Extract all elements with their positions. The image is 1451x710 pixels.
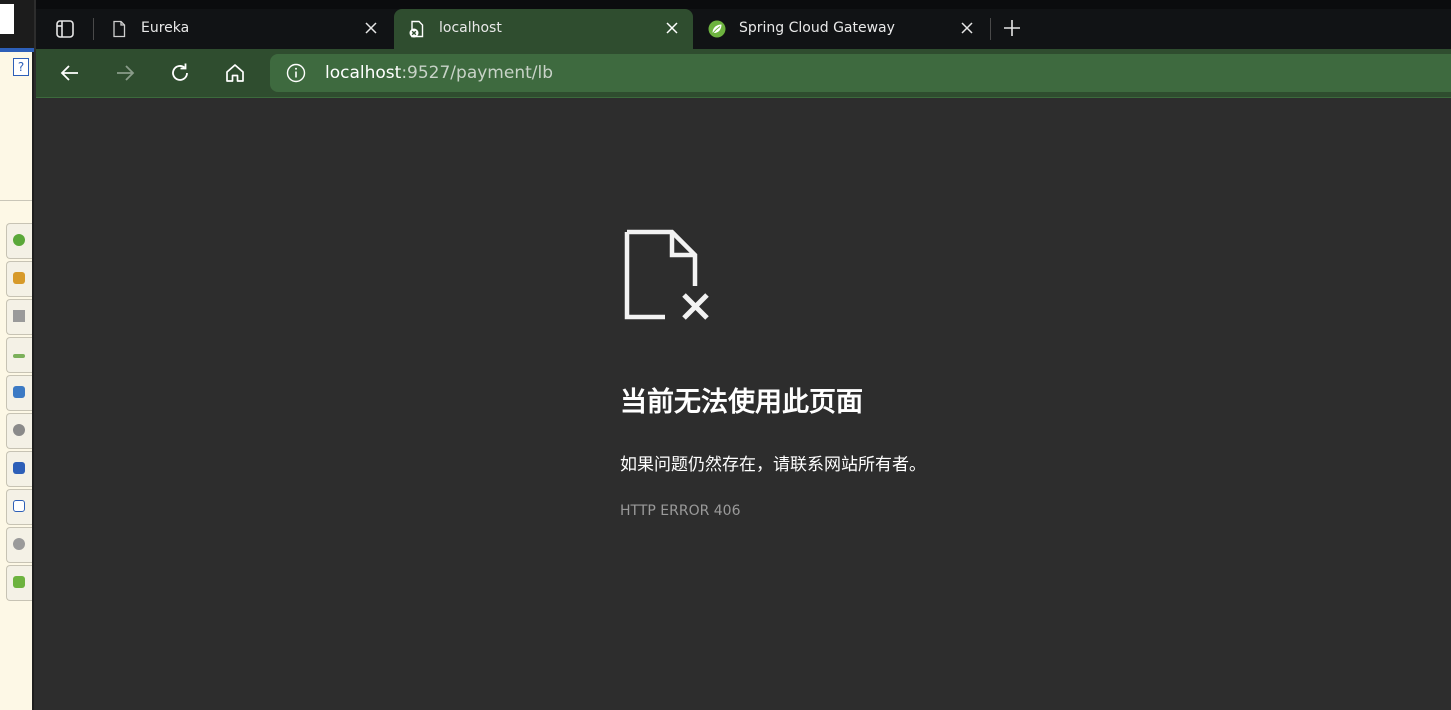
tab-spring-cloud-gateway[interactable]: Spring Cloud Gateway (694, 9, 988, 49)
tab-bar: Eureka localhost Spring Cloud Gateway (36, 0, 1451, 49)
tab-bar-top-edge (36, 0, 1451, 9)
tool-button-dots[interactable] (6, 337, 32, 373)
tool-button-add[interactable] (6, 261, 32, 297)
tool-button-triangle[interactable] (6, 299, 32, 335)
close-icon[interactable] (958, 19, 976, 37)
file-error-icon (624, 229, 709, 320)
tool-button-globe[interactable] (6, 527, 32, 563)
navigation-toolbar: localhost:9527/payment/lb (36, 49, 1451, 98)
browser-window: Eureka localhost Spring Cloud Gateway lo… (36, 0, 1451, 710)
tab-title: Spring Cloud Gateway (739, 20, 895, 36)
address-bar[interactable]: localhost:9527/payment/lb (270, 54, 1451, 92)
tab-title: localhost (439, 20, 502, 36)
info-icon[interactable] (286, 63, 306, 83)
tool-button-checkbox[interactable] (6, 489, 32, 525)
error-code: HTTP ERROR 406 (620, 503, 741, 519)
page-content: 当前无法使用此页面 如果问题仍然存在，请联系网站所有者。 HTTP ERROR … (36, 98, 1451, 710)
url-text[interactable]: localhost:9527/payment/lb (325, 63, 553, 83)
tab-localhost[interactable]: localhost (394, 9, 693, 49)
background-app-field (0, 4, 14, 34)
spring-leaf-icon (708, 20, 726, 38)
tool-button-search[interactable] (6, 413, 32, 449)
forward-icon[interactable] (113, 61, 137, 85)
close-icon[interactable] (663, 19, 681, 37)
back-icon[interactable] (58, 61, 82, 85)
home-icon[interactable] (223, 61, 247, 85)
refresh-icon[interactable] (168, 61, 192, 85)
error-title: 当前无法使用此页面 (620, 387, 863, 418)
background-app-strip: ? (0, 0, 34, 710)
background-app-tool-panel (0, 200, 32, 605)
background-app-accent (0, 48, 34, 52)
url-path: :9527/payment/lb (401, 63, 554, 83)
page-icon (113, 20, 126, 38)
tab-eureka[interactable]: Eureka (96, 9, 392, 49)
new-tab-icon[interactable] (1001, 17, 1023, 39)
close-icon[interactable] (362, 19, 380, 37)
tab-actions-icon[interactable] (54, 18, 76, 40)
tool-button-tree[interactable] (6, 375, 32, 411)
tab-title: Eureka (141, 20, 190, 36)
tool-button-blue[interactable] (6, 451, 32, 487)
tab-separator (93, 18, 94, 40)
tool-button-check[interactable] (6, 223, 32, 259)
tool-button-grid[interactable] (6, 565, 32, 601)
help-button[interactable]: ? (13, 58, 29, 76)
error-description: 如果问题仍然存在，请联系网站所有者。 (620, 455, 926, 475)
broken-page-icon (409, 20, 424, 38)
tab-separator (990, 18, 991, 40)
url-host: localhost (325, 63, 402, 83)
